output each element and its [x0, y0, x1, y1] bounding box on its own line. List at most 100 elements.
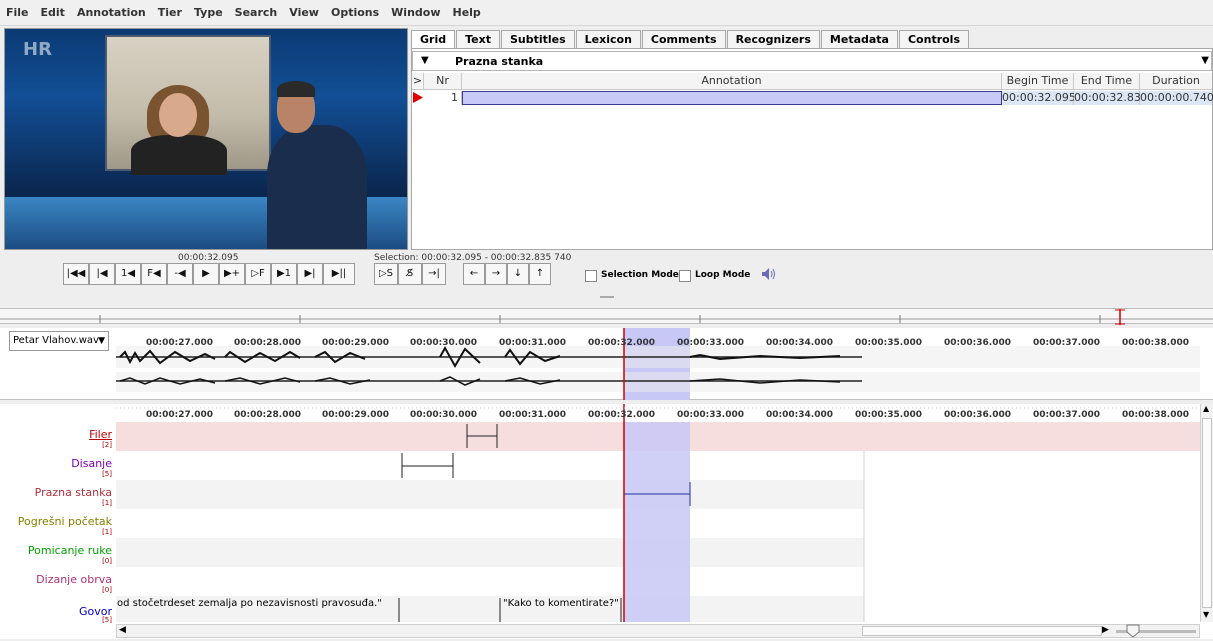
tab-recognizers[interactable]: Recognizers: [726, 30, 820, 48]
ruler-tick-label: 00:00:32.000: [588, 410, 655, 420]
ruler-tick-label: 00:00:31.000: [499, 338, 566, 348]
annotation-govor-1[interactable]: od stočetrdeset zemalja po nezavisnosti …: [117, 598, 399, 609]
play-selection-button[interactable]: ▷S: [374, 263, 398, 285]
annotation-above-button[interactable]: ↑: [529, 263, 551, 285]
tier-count: [0]: [102, 557, 112, 565]
ruler-tick-label: 00:00:33.000: [677, 338, 744, 348]
ruler-tick-label: 00:00:30.000: [410, 338, 477, 348]
scroll-right-icon[interactable]: ▶: [1102, 625, 1109, 635]
tier-label-pomicanje-ruke[interactable]: Pomicanje ruke: [0, 544, 112, 557]
loop-mode-label: Loop Mode: [695, 270, 751, 280]
ruler-tick-label: 00:00:28.000: [234, 410, 301, 420]
zoom-slider-thumb[interactable]: [1126, 624, 1140, 638]
row-end-time: 00:00:32.835: [1074, 91, 1148, 105]
ruler-tick-label: 00:00:32.000: [588, 338, 655, 348]
menu-window[interactable]: Window: [391, 6, 440, 19]
to-selection-end-button[interactable]: →|: [422, 263, 446, 285]
next-pixel-button[interactable]: ▶+: [219, 263, 245, 285]
previous-frame-button[interactable]: F◀: [141, 263, 167, 285]
annotation-below-button[interactable]: ↓: [507, 263, 529, 285]
splitter-handle[interactable]: [600, 296, 614, 298]
ruler-tick-label: 00:00:33.000: [677, 410, 744, 420]
tab-lexicon[interactable]: Lexicon: [575, 30, 641, 48]
menu-help[interactable]: Help: [453, 6, 481, 19]
menu-search[interactable]: Search: [235, 6, 278, 19]
tier-label-dizanje-obrva[interactable]: Dizanje obrva: [0, 573, 112, 586]
vertical-scrollbar[interactable]: ▲ ▼: [1200, 404, 1213, 622]
chevron-down-icon: ▼: [98, 336, 105, 346]
col-duration[interactable]: Duration: [1140, 73, 1212, 90]
ruler-tick-label: 00:00:38.000: [1122, 338, 1189, 348]
next-second-button[interactable]: ▶1: [271, 263, 297, 285]
previous-scrollview-button[interactable]: |◀: [89, 263, 115, 285]
tier-select[interactable]: ▼ Prazna stanka ▼: [412, 51, 1212, 71]
ruler-tick-label: 00:00:29.000: [322, 338, 389, 348]
overview-ruler[interactable]: [0, 308, 1213, 325]
media-file-select[interactable]: Petar Vlahov.wav ▼: [9, 331, 109, 351]
menu-file[interactable]: File: [6, 6, 29, 19]
tab-subtitles[interactable]: Subtitles: [500, 30, 575, 48]
current-row-marker-icon: [412, 91, 424, 105]
ruler-tick-label: 00:00:36.000: [944, 338, 1011, 348]
col-nr[interactable]: Nr: [424, 73, 462, 90]
tier-count: [2]: [102, 441, 112, 449]
video-player[interactable]: HR: [4, 28, 408, 250]
video-inset-screen: [105, 35, 271, 175]
go-to-begin-button[interactable]: |◀◀: [63, 263, 89, 285]
tier-count: [1]: [102, 499, 112, 507]
previous-annotation-button[interactable]: ←: [463, 263, 485, 285]
tier-label-filer[interactable]: Filer: [0, 428, 112, 441]
vertical-scroll-thumb[interactable]: [1202, 418, 1212, 608]
volume-icon[interactable]: [760, 266, 776, 282]
col-end-time[interactable]: End Time: [1074, 73, 1140, 90]
clear-selection-button[interactable]: S̸: [398, 263, 422, 285]
annotation-govor-2[interactable]: "Kako to komentirate?": [503, 598, 621, 609]
ruler-tick-label: 00:00:27.000: [146, 410, 213, 420]
col-marker[interactable]: >: [412, 73, 424, 90]
timeline-viewer[interactable]: 00:00:27.000 00:00:28.000 00:00:29.000 0…: [0, 404, 1213, 639]
row-duration: 00:00:00.740: [1140, 91, 1213, 105]
tab-metadata[interactable]: Metadata: [820, 30, 898, 48]
horizontal-scroll-thumb[interactable]: [862, 626, 1102, 636]
next-annotation-button[interactable]: →: [485, 263, 507, 285]
row-annotation[interactable]: [462, 91, 1002, 105]
tab-grid[interactable]: Grid: [411, 30, 456, 48]
ruler-tick-label: 00:00:38.000: [1122, 410, 1189, 420]
tier-label-disanje[interactable]: Disanje: [0, 457, 112, 470]
tier-label-pogresni-pocetak[interactable]: Pogrešni početak: [0, 515, 112, 528]
col-annotation[interactable]: Annotation: [462, 73, 1002, 90]
selection-mode-checkbox[interactable]: [585, 270, 597, 282]
menu-edit[interactable]: Edit: [41, 6, 65, 19]
go-to-end-button[interactable]: ▶||: [323, 263, 355, 285]
selection-mode-label: Selection Mode: [601, 270, 679, 280]
grid-table-header: > Nr Annotation Begin Time End Time Dura…: [412, 73, 1212, 90]
scroll-left-icon[interactable]: ◀: [119, 625, 126, 635]
menu-tier[interactable]: Tier: [158, 6, 182, 19]
scroll-down-icon[interactable]: ▼: [1203, 610, 1209, 619]
tab-text[interactable]: Text: [456, 30, 500, 48]
col-begin-time[interactable]: Begin Time: [1002, 73, 1074, 90]
menu-options[interactable]: Options: [331, 6, 379, 19]
tier-label-prazna-stanka[interactable]: Prazna stanka: [0, 486, 112, 499]
loop-mode-checkbox[interactable]: [679, 270, 691, 282]
menu-annotation[interactable]: Annotation: [77, 6, 146, 19]
chevron-down-icon: ▼: [421, 55, 429, 66]
previous-second-button[interactable]: 1◀: [115, 263, 141, 285]
table-row[interactable]: 1 00:00:32.095 00:00:32.835 00:00:00.740: [412, 91, 1213, 105]
menu-bar: File Edit Annotation Tier Type Search Vi…: [0, 0, 1213, 26]
tab-controls[interactable]: Controls: [898, 30, 970, 48]
media-file-name: Petar Vlahov.wav: [13, 335, 99, 346]
menu-type[interactable]: Type: [194, 6, 223, 19]
menu-view[interactable]: View: [289, 6, 319, 19]
ruler-tick-label: 00:00:34.000: [766, 410, 833, 420]
horizontal-scrollbar[interactable]: ◀: [116, 624, 1200, 638]
waveform-viewer[interactable]: 00:00:27.000 00:00:28.000 00:00:29.000 0…: [0, 328, 1213, 400]
row-nr: 1: [424, 91, 462, 105]
play-button[interactable]: ▶: [193, 263, 219, 285]
tier-count: [1]: [102, 528, 112, 536]
next-frame-button[interactable]: ▷F: [245, 263, 271, 285]
next-scrollview-button[interactable]: ▶|: [297, 263, 323, 285]
scroll-up-icon[interactable]: ▲: [1203, 404, 1209, 413]
previous-pixel-button[interactable]: -◀: [167, 263, 193, 285]
tab-comments[interactable]: Comments: [641, 30, 726, 48]
